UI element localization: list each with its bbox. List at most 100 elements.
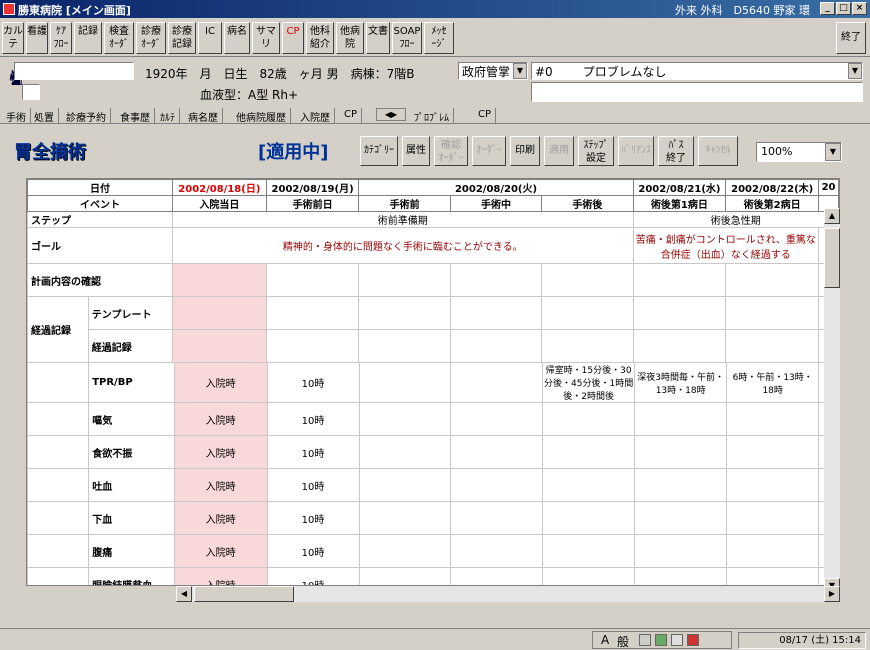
row-cell[interactable]: 帰室時・15分後・30分後・45分後・1時間後・2時間後 bbox=[542, 362, 636, 403]
cp-order-button[interactable]: ｵｰﾀﾞｰ bbox=[472, 136, 506, 166]
row-cell[interactable]: 深夜3時間毎・午前・13時・18時 bbox=[634, 362, 728, 403]
row-cell[interactable]: 入院時 bbox=[173, 501, 268, 535]
chevron-down-icon[interactable]: ▼ bbox=[848, 63, 862, 79]
close-button[interactable]: × bbox=[852, 2, 867, 15]
row-cell[interactable] bbox=[726, 435, 820, 469]
tab-8[interactable]: CP bbox=[340, 108, 363, 123]
patient-id-field[interactable] bbox=[14, 62, 134, 80]
row-cell[interactable] bbox=[358, 435, 452, 469]
row-cell[interactable] bbox=[450, 468, 544, 502]
toolbar-care-flow-button[interactable]: ｹｱ ﾌﾛｰ bbox=[50, 22, 72, 54]
chevron-down-icon[interactable]: ▼ bbox=[825, 143, 841, 161]
row-cell[interactable] bbox=[726, 501, 820, 535]
toolbar-disease-button[interactable]: 病名 bbox=[224, 22, 250, 54]
goal-2[interactable]: 苦痛・創痛がコントロールされ、重篤な合併症（出血）なく経過する bbox=[632, 227, 820, 264]
row-cell[interactable] bbox=[358, 402, 452, 436]
row-cell[interactable] bbox=[634, 534, 728, 568]
row-cell[interactable] bbox=[634, 501, 728, 535]
row-cell[interactable]: 10時 bbox=[266, 468, 360, 502]
row-cell[interactable] bbox=[358, 567, 452, 585]
step-1[interactable]: 術前準備期 bbox=[172, 211, 634, 228]
row-cell[interactable] bbox=[542, 567, 636, 585]
row-cell[interactable] bbox=[450, 534, 544, 568]
tab-0[interactable]: 手術 bbox=[2, 108, 31, 124]
toolbar-lab-order-button[interactable]: 検査 ｵｰﾀﾞ bbox=[104, 22, 134, 54]
exit-button[interactable]: 終了 bbox=[836, 22, 866, 54]
toolbar-nursing-button[interactable]: 看護 bbox=[26, 22, 48, 54]
cp-variance-button[interactable]: ﾊﾞﾘｱﾝｽ bbox=[618, 136, 654, 166]
toolbar-record-button[interactable]: 記録 bbox=[74, 22, 102, 54]
row-cell[interactable] bbox=[358, 534, 452, 568]
row-cell[interactable]: 入院時 bbox=[173, 435, 268, 469]
row-cell[interactable]: 10時 bbox=[266, 534, 360, 568]
toolbar-summary-button[interactable]: サマ リ bbox=[252, 22, 280, 54]
toolbar-other-hospital-button[interactable]: 他病 院 bbox=[336, 22, 364, 54]
problem-select[interactable]: #0 プロブレムなし ▼ bbox=[531, 62, 863, 80]
cp-apply-button[interactable]: 適用 bbox=[544, 136, 574, 166]
row-cell[interactable] bbox=[358, 468, 452, 502]
tab-3[interactable]: 食事歴 bbox=[116, 108, 155, 124]
toolbar-soap-flow-button[interactable]: SOAP ﾌﾛｰ bbox=[392, 22, 422, 54]
toolbar-medical-order-button[interactable]: 診療 ｵｰﾀﾞ bbox=[136, 22, 166, 54]
toolbar-karte-button[interactable]: カル テ bbox=[2, 22, 24, 54]
row-cell[interactable] bbox=[726, 567, 820, 585]
cp-step-setting-button[interactable]: ｽﾃｯﾌﾟ 設定 bbox=[578, 136, 614, 166]
tab-10[interactable]: CP bbox=[474, 108, 497, 123]
maximize-button[interactable]: □ bbox=[836, 2, 851, 15]
goal-1[interactable]: 精神的・身体的に問題なく手術に臨むことができる。 bbox=[172, 227, 634, 264]
row-cell[interactable] bbox=[542, 435, 636, 469]
row-cell[interactable] bbox=[450, 435, 544, 469]
row-cell[interactable] bbox=[634, 468, 728, 502]
row-cell[interactable] bbox=[358, 501, 452, 535]
ime-dict-icon[interactable] bbox=[671, 634, 683, 646]
ime-mode-kanji[interactable]: 般 bbox=[617, 633, 629, 650]
tab-1[interactable]: 処置 bbox=[30, 108, 59, 124]
cp-category-button[interactable]: ｶﾃｺﾞﾘｰ bbox=[360, 136, 398, 166]
row-cell[interactable] bbox=[542, 402, 636, 436]
scroll-up-icon[interactable]: ▲ bbox=[824, 208, 840, 224]
row-cell[interactable] bbox=[634, 567, 728, 585]
scroll-right-icon[interactable]: ▶ bbox=[824, 586, 840, 602]
horizontal-scrollbar[interactable]: ◀ ▶ bbox=[176, 586, 840, 602]
tab-5[interactable]: 病名歴 bbox=[184, 108, 223, 124]
row-cell[interactable] bbox=[726, 534, 820, 568]
scroll-thumb[interactable] bbox=[824, 228, 840, 288]
row-cell[interactable]: 6時・午前・13時・18時 bbox=[726, 362, 820, 403]
row-cell[interactable] bbox=[542, 534, 636, 568]
tab-6[interactable]: 他病院履歴 bbox=[232, 108, 291, 124]
row-cell[interactable]: 10時 bbox=[266, 362, 360, 403]
cp-print-button[interactable]: 印刷 bbox=[510, 136, 540, 166]
toolbar-cp-button[interactable]: CP bbox=[282, 22, 304, 54]
row-cell[interactable] bbox=[450, 567, 544, 585]
row-cell[interactable]: 10時 bbox=[266, 435, 360, 469]
row-cell[interactable]: 入院時 bbox=[173, 534, 268, 568]
row-cell[interactable]: 10時 bbox=[266, 501, 360, 535]
row-cell[interactable] bbox=[358, 362, 452, 403]
step-2[interactable]: 術後急性期 bbox=[632, 211, 839, 228]
chevron-down-icon[interactable]: ▼ bbox=[513, 63, 527, 79]
hscroll-thumb[interactable] bbox=[194, 586, 294, 602]
row-cell[interactable]: 入院時 bbox=[173, 468, 268, 502]
patient-flag-box[interactable] bbox=[22, 84, 40, 100]
tab-9[interactable]: ﾌﾟﾛﾌﾞﾚﾑ bbox=[410, 108, 454, 124]
row-cell[interactable]: 10時 bbox=[266, 402, 360, 436]
toolbar-document-button[interactable]: 文書 bbox=[366, 22, 390, 54]
row-cell[interactable] bbox=[726, 402, 820, 436]
row-cell[interactable] bbox=[450, 402, 544, 436]
toolbar-referral-button[interactable]: 他科 紹介 bbox=[306, 22, 334, 54]
zoom-select[interactable]: 100% ▼ bbox=[756, 142, 842, 162]
cp-attribute-button[interactable]: 属性 bbox=[402, 136, 430, 166]
row-cell[interactable] bbox=[634, 435, 728, 469]
vertical-scrollbar[interactable]: ▲ ▼ bbox=[824, 208, 840, 594]
insurance-select[interactable]: 政府管掌 ▼ bbox=[458, 62, 528, 80]
row-cell[interactable] bbox=[726, 468, 820, 502]
row-cell[interactable] bbox=[450, 501, 544, 535]
row-cell[interactable] bbox=[450, 362, 544, 403]
cp-cancel-button[interactable]: ｷｬﾝｾﾙ bbox=[698, 136, 738, 166]
tab-4[interactable]: ｶﾙﾃ bbox=[156, 108, 180, 124]
tab-scroll-icon[interactable]: ◀▶ bbox=[376, 108, 406, 121]
row-cell[interactable] bbox=[542, 501, 636, 535]
row-cell[interactable]: 入院時 bbox=[173, 362, 268, 403]
cp-path-end-button[interactable]: ﾊﾟｽ 終了 bbox=[658, 136, 694, 166]
row-cell[interactable]: 入院時 bbox=[173, 567, 268, 585]
